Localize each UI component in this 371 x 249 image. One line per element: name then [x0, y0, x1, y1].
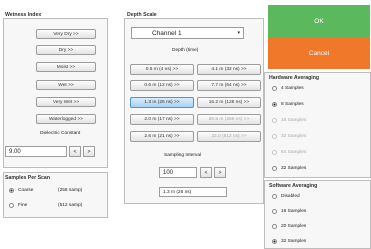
samples-coarse-value: (256 samp): [58, 188, 83, 193]
chevron-down-icon: ▾: [237, 30, 240, 36]
samples-fine-option[interactable]: Fine: [9, 203, 27, 208]
depth-32-0-button[interactable]: 32.0 (512 ns) >>: [197, 131, 261, 142]
samples-coarse-option[interactable]: Coarse: [9, 188, 33, 193]
software-averaging-option-1[interactable]: 16 Samples: [272, 209, 306, 214]
dielectric-increase-button[interactable]: >: [83, 146, 95, 157]
hardware-averaging-radio-4[interactable]: [272, 150, 277, 155]
hardware-averaging-label-0: 4 Samples: [281, 86, 304, 91]
sampling-decrease-button[interactable]: <: [200, 167, 212, 178]
sampling-interval-label: Sampling Interval: [164, 153, 202, 158]
depth-0-6m-button[interactable]: 0.6 m (12 ns) >>: [130, 80, 194, 91]
sampling-interval-field[interactable]: 100: [159, 167, 197, 178]
samples-coarse-label: Coarse: [18, 188, 34, 193]
dielectric-constant-label: Dielectric Constant: [40, 131, 81, 136]
hardware-averaging-option-4[interactable]: 64 Samples: [272, 150, 306, 155]
dry-button[interactable]: Dry >>: [36, 45, 96, 55]
channel-select[interactable]: Channel 1 ▾: [131, 27, 244, 39]
hardware-averaging-option-2[interactable]: 16 Samples: [272, 118, 306, 123]
software-averaging-option-0[interactable]: Disabled: [272, 194, 300, 199]
software-averaging-label-0: Disabled: [281, 194, 300, 199]
software-averaging-radio-3[interactable]: [272, 239, 277, 244]
hardware-averaging-title: Hardware Averaging: [269, 75, 320, 81]
hardware-averaging-label-5: 32 Samples: [281, 166, 307, 171]
hardware-averaging-label-2: 16 Samples: [281, 118, 307, 123]
moist-button[interactable]: Moist >>: [36, 62, 96, 72]
software-averaging-radio-0[interactable]: [272, 194, 277, 199]
software-averaging-label-2: 20 Samples: [281, 224, 307, 229]
depth-time-label: Depth (time): [172, 48, 199, 53]
hardware-averaging-label-3: 32 Samples: [281, 134, 307, 139]
wet-button[interactable]: Wet >>: [36, 80, 96, 90]
samples-fine-value: (512 samp): [58, 203, 83, 208]
hardware-averaging-radio-1[interactable]: [272, 102, 277, 107]
depth-16-2m-button[interactable]: 16.2 m (128 ns) >>: [197, 97, 261, 108]
samples-fine-radio[interactable]: [9, 203, 14, 208]
hardware-averaging-option-1[interactable]: 8 Samples: [272, 102, 304, 107]
hardware-averaging-radio-2[interactable]: [272, 118, 277, 123]
depth-scale-title: Depth Scale: [127, 12, 157, 18]
depth-4-1m-button[interactable]: 4.1 m (32 ns) >>: [197, 64, 261, 75]
samples-fine-label: Fine: [18, 203, 28, 208]
very-dry-button[interactable]: Very Dry >>: [36, 29, 96, 39]
software-averaging-option-2[interactable]: 20 Samples: [272, 224, 306, 229]
hardware-averaging-label-1: 8 Samples: [281, 102, 304, 107]
hardware-averaging-radio-5[interactable]: [272, 166, 277, 171]
dielectric-constant-field[interactable]: 9.00: [5, 146, 67, 157]
hardware-averaging-radio-0[interactable]: [272, 86, 277, 91]
waterlogged-button[interactable]: Waterlogged >>: [36, 114, 96, 124]
hardware-averaging-label-4: 64 Samples: [281, 150, 307, 155]
depth-2-0m-button[interactable]: 2.0 m (17 ns) >>: [130, 114, 194, 125]
depth-2-6m-button[interactable]: 2.6 m (21 ns) >>: [130, 131, 194, 142]
samples-coarse-radio[interactable]: [9, 188, 14, 193]
software-averaging-title: Software Averaging: [269, 183, 318, 189]
channel-select-value: Channel 1: [152, 29, 182, 37]
software-averaging-label-1: 16 Samples: [281, 209, 307, 214]
wetness-group-title: Wetness Index: [5, 12, 42, 18]
sampling-increase-button[interactable]: >: [214, 167, 226, 178]
software-averaging-label-3: 32 Samples: [281, 239, 307, 244]
depth-7-7m-button[interactable]: 7.7 m (64 ns) >>: [197, 80, 261, 91]
samples-per-scan-title: Samples Per Scan: [5, 175, 50, 181]
very-wet-button[interactable]: Very Wet >>: [36, 97, 96, 107]
dielectric-decrease-button[interactable]: <: [69, 146, 81, 157]
hardware-averaging-option-0[interactable]: 4 Samples: [272, 86, 304, 91]
depth-readout: 1.3 m (26 ns): [159, 187, 227, 197]
depth-20-5m-button[interactable]: 20.5 m (256 ns) >>: [197, 114, 261, 125]
depth-1-3m-button[interactable]: 1.3 m (26 ns) >>: [130, 97, 194, 108]
hardware-averaging-radio-3[interactable]: [272, 134, 277, 139]
software-averaging-radio-2[interactable]: [272, 224, 277, 229]
depth-0-5m-button[interactable]: 0.5 m (4 ns) >>: [130, 64, 194, 75]
hardware-averaging-option-3[interactable]: 32 Samples: [272, 134, 306, 139]
software-averaging-radio-1[interactable]: [272, 209, 277, 214]
cancel-button[interactable]: Cancel: [268, 38, 370, 69]
hardware-averaging-option-5[interactable]: 32 Samples: [272, 166, 306, 171]
ok-button[interactable]: OK: [268, 5, 370, 38]
software-averaging-option-3[interactable]: 32 Samples: [272, 239, 306, 244]
